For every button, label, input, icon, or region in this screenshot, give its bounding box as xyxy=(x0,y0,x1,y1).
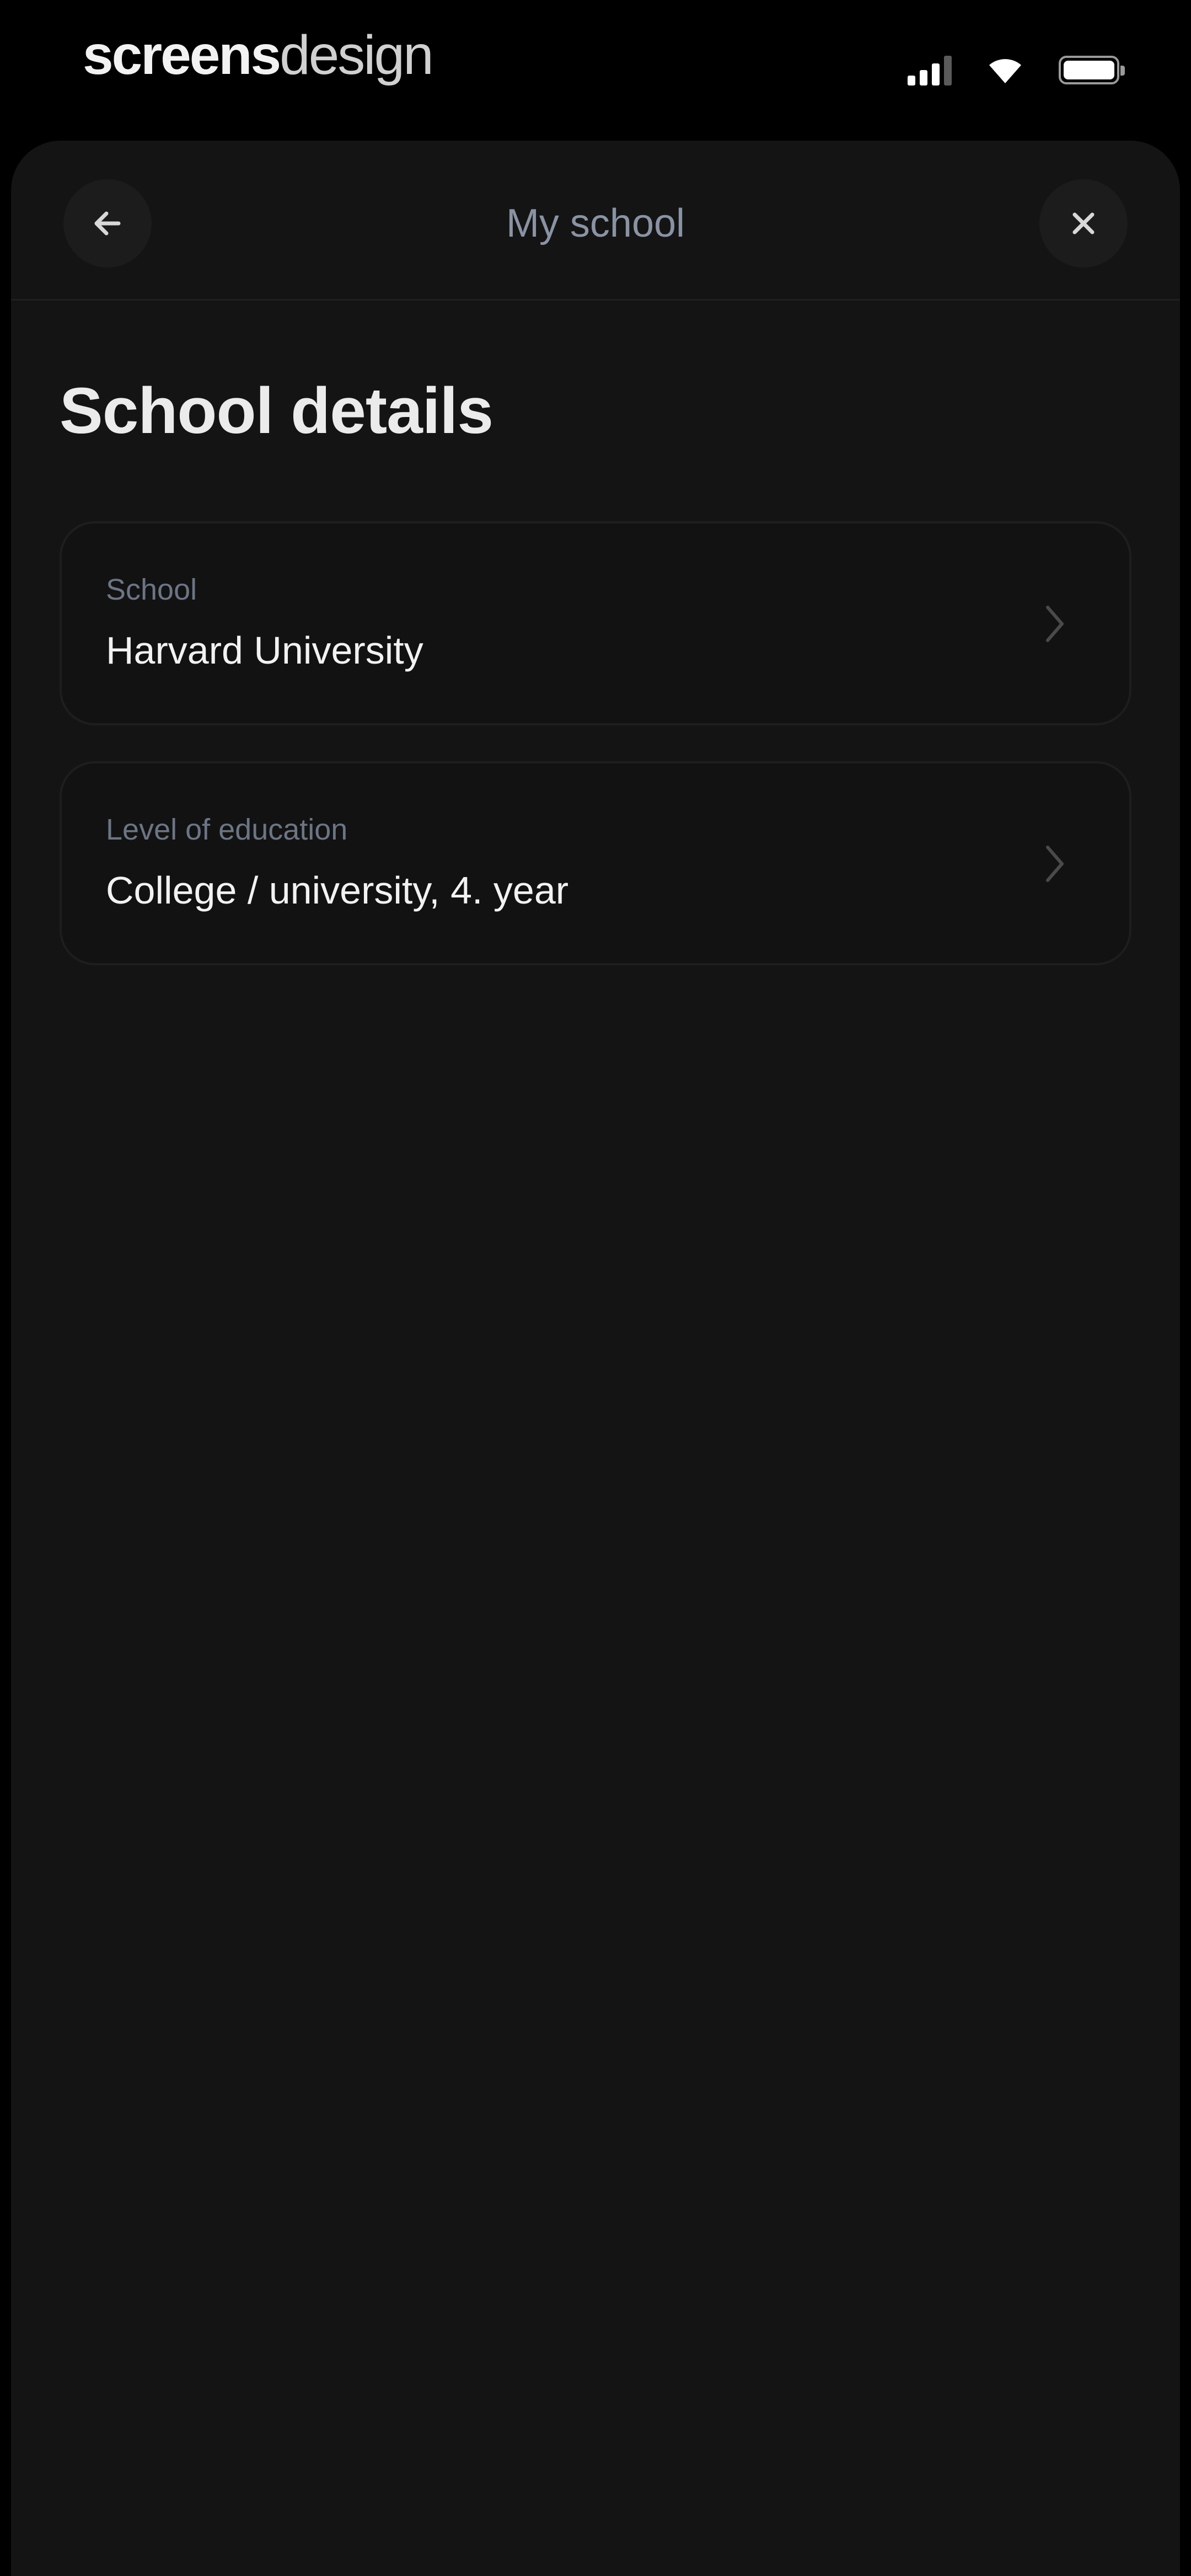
chevron-right-icon xyxy=(1041,842,1069,886)
school-field[interactable]: School Harvard University xyxy=(60,521,1131,725)
close-button[interactable] xyxy=(1039,179,1128,268)
watermark-light-text: design xyxy=(280,24,434,86)
page-title: School details xyxy=(60,375,493,447)
close-icon xyxy=(1072,212,1095,234)
wifi-icon xyxy=(987,56,1023,84)
sheet-title: My school xyxy=(506,201,685,245)
watermark-bold-text: screens xyxy=(83,24,281,86)
education-level-field-value: College / university, 4. year xyxy=(106,869,569,912)
sheet-header: My school xyxy=(11,141,1180,301)
chevron-right-icon xyxy=(1041,602,1069,646)
education-level-field[interactable]: Level of education College / university,… xyxy=(60,761,1131,965)
school-field-value: Harvard University xyxy=(106,629,423,672)
status-bar: screens design xyxy=(0,0,1191,138)
signal-icon xyxy=(908,55,952,85)
watermark-logo: screens design xyxy=(83,22,434,88)
battery-icon xyxy=(1059,56,1125,84)
bottom-sheet: My school School details School Harvard … xyxy=(11,141,1180,2576)
school-field-label: School xyxy=(106,573,197,606)
education-level-field-label: Level of education xyxy=(106,813,348,846)
status-icons xyxy=(908,51,1125,89)
